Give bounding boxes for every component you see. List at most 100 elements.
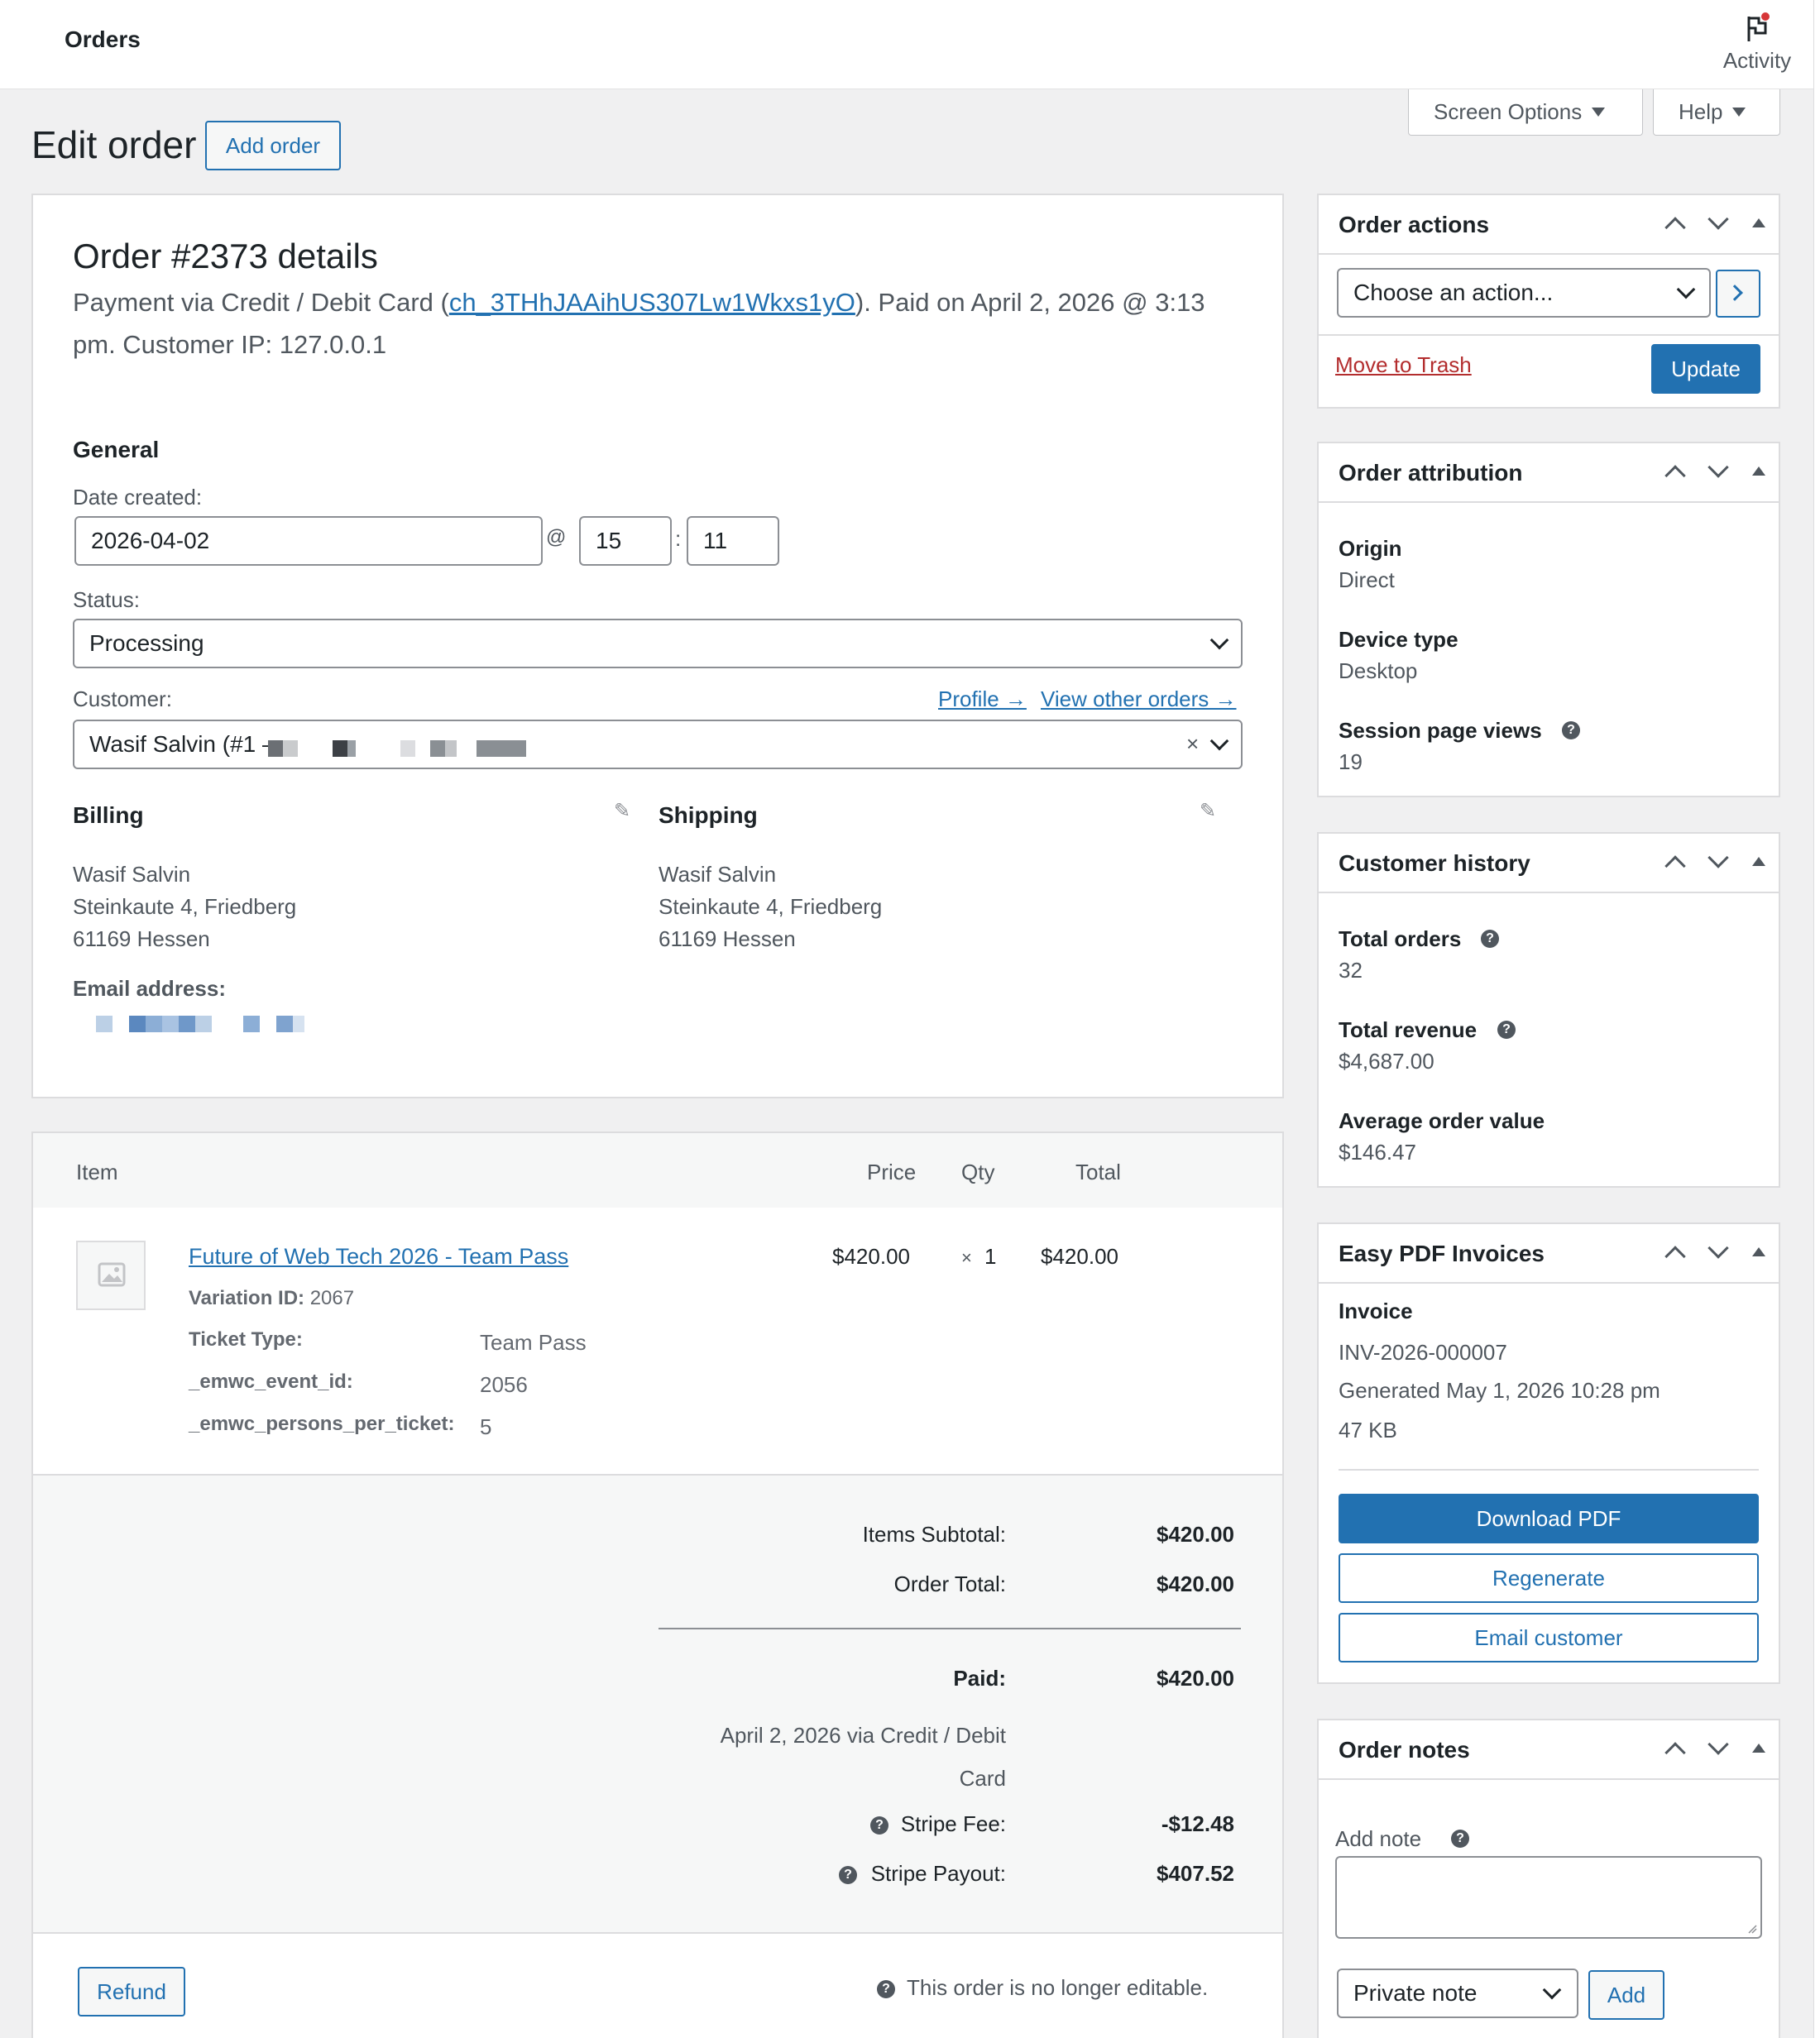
move-down-button[interactable] — [1696, 1224, 1739, 1284]
redacted-email — [96, 1016, 344, 1032]
move-down-button[interactable] — [1696, 834, 1739, 893]
redaction-mask — [96, 1016, 304, 1032]
screen-options-label: Screen Options — [1434, 99, 1583, 124]
order-action-select[interactable]: Choose an action... — [1337, 268, 1711, 318]
item-total: $420.00 — [1041, 1244, 1118, 1269]
help-icon[interactable]: ? — [1497, 1021, 1516, 1039]
paid-note-line: Card — [959, 1766, 1006, 1791]
meta-key: Ticket Type: — [189, 1328, 303, 1351]
help-icon[interactable]: ? — [1481, 930, 1499, 948]
update-button[interactable]: Update — [1651, 344, 1760, 394]
toggle-panel-button[interactable] — [1737, 443, 1780, 503]
resize-handle-icon[interactable] — [1747, 1924, 1757, 1934]
help-icon[interactable]: ? — [1451, 1830, 1469, 1848]
hour-input[interactable]: 15 — [579, 516, 672, 566]
charge-id-link[interactable]: ch_3THhJAAihUS307Lw1Wkxs1yO — [449, 288, 855, 317]
minute-input[interactable]: 11 — [687, 516, 779, 566]
stripe-payout-value: $407.52 — [1157, 1861, 1234, 1886]
profile-link[interactable]: Profile → — [938, 687, 1027, 712]
order-total-label: Order Total: — [893, 1572, 1006, 1596]
help-icon[interactable]: ? — [839, 1866, 857, 1884]
stripe-fee-value: -$12.48 — [1161, 1811, 1234, 1836]
origin-label: Origin — [1339, 536, 1402, 561]
help-icon[interactable]: ? — [1562, 721, 1580, 739]
status-label: Status: — [73, 587, 140, 612]
paid-note-line: April 2, 2026 via Credit / Debit — [720, 1723, 1006, 1748]
move-up-button[interactable] — [1653, 1224, 1696, 1284]
apply-action-button[interactable] — [1716, 270, 1760, 318]
toggle-panel-button[interactable] — [1737, 1224, 1780, 1284]
move-to-trash-link[interactable]: Move to Trash — [1335, 352, 1472, 378]
clear-icon[interactable]: × — [1186, 731, 1199, 757]
column-header-item: Item — [76, 1160, 118, 1184]
view-other-orders-link[interactable]: View other orders → — [1041, 687, 1237, 712]
move-down-button[interactable] — [1696, 1720, 1739, 1780]
help-icon[interactable]: ? — [870, 1816, 888, 1835]
chevron-down-icon — [1209, 630, 1229, 650]
total-revenue-value: $4,687.00 — [1339, 1049, 1434, 1074]
page-section-title: Orders — [65, 26, 141, 52]
toggle-panel-button[interactable] — [1737, 834, 1780, 893]
note-textarea[interactable] — [1335, 1856, 1762, 1939]
qty-times: × — [961, 1247, 972, 1268]
move-up-button[interactable] — [1653, 834, 1696, 893]
chevron-up-icon — [1664, 1742, 1686, 1763]
chevron-down-icon — [1707, 1237, 1729, 1259]
invoice-generated: Generated May 1, 2026 10:28 pm — [1339, 1378, 1660, 1403]
activity-button[interactable]: Activity — [1707, 7, 1807, 81]
session-page-views-value: 19 — [1339, 749, 1363, 774]
payment-suffix: ). Paid on April 2, 2026 @ 3:13 — [855, 288, 1205, 317]
stripe-fee-label: Stripe Fee: — [900, 1811, 1006, 1836]
variation-id-value: 2067 — [309, 1287, 355, 1309]
customer-label: Customer: — [73, 687, 172, 711]
footer-divider — [33, 1932, 1282, 1934]
average-order-value: $146.47 — [1339, 1140, 1416, 1165]
move-up-button[interactable] — [1653, 1720, 1696, 1780]
screen-options-button[interactable]: Screen Options — [1408, 89, 1643, 136]
stripe-payout-label: Stripe Payout: — [870, 1861, 1006, 1886]
billing-line: Steinkaute 4, Friedberg — [73, 894, 297, 919]
order-actions-box: Order actions Choose an action... Move t… — [1317, 194, 1780, 409]
move-down-button[interactable] — [1696, 443, 1739, 503]
help-tab-button[interactable]: Help — [1653, 89, 1780, 136]
order-attribution-box: Order attribution Origin Direct Device t… — [1317, 442, 1780, 797]
shipping-line: Wasif Salvin — [659, 862, 777, 887]
chevron-down-icon — [1542, 1980, 1562, 2000]
subtotal-value: $420.00 — [1157, 1522, 1234, 1547]
note-type-select[interactable]: Private note — [1337, 1969, 1578, 2018]
column-header-qty: Qty — [961, 1160, 995, 1184]
invoice-label: Invoice — [1339, 1299, 1413, 1323]
refund-button[interactable]: Refund — [78, 1967, 185, 2016]
move-up-button[interactable] — [1653, 195, 1696, 255]
move-up-button[interactable] — [1653, 443, 1696, 503]
toggle-panel-button[interactable] — [1737, 195, 1780, 255]
regenerate-button[interactable]: Regenerate — [1339, 1553, 1759, 1603]
redaction-mask — [268, 740, 526, 757]
total-orders-label: Total orders — [1339, 926, 1462, 951]
edit-billing-pencil-icon[interactable]: ✎ — [614, 799, 630, 823]
move-down-button[interactable] — [1696, 195, 1739, 255]
product-thumbnail — [76, 1241, 146, 1310]
add-note-button[interactable]: Add — [1588, 1970, 1664, 2020]
caret-up-icon — [1752, 218, 1765, 227]
payment-prefix: Payment via Credit / Debit Card ( — [73, 288, 449, 317]
download-pdf-button[interactable]: Download PDF — [1339, 1494, 1759, 1543]
total-revenue-label: Total revenue — [1339, 1017, 1478, 1042]
chevron-up-icon — [1664, 465, 1686, 486]
column-header-total: Total — [1075, 1160, 1121, 1184]
edit-shipping-pencil-icon[interactable]: ✎ — [1200, 799, 1216, 823]
item-price: $420.00 — [832, 1244, 910, 1269]
device-type-value: Desktop — [1339, 658, 1418, 683]
product-link[interactable]: Future of Web Tech 2026 - Team Pass — [189, 1244, 568, 1270]
box-title: Order actions — [1339, 212, 1490, 237]
status-select[interactable]: Processing — [73, 619, 1243, 668]
date-created-input[interactable]: 2026-04-02 — [74, 516, 543, 566]
email-customer-button[interactable]: Email customer — [1339, 1613, 1759, 1662]
box-header: Order attribution — [1319, 443, 1779, 503]
payment-info: Payment via Credit / Debit Card (ch_3THh… — [73, 281, 1256, 366]
customer-select[interactable]: Wasif Salvin (#1 – × — [73, 720, 1243, 769]
box-header: Customer history — [1319, 834, 1779, 893]
add-order-button[interactable]: Add order — [205, 121, 341, 170]
box-header: Order notes — [1319, 1720, 1779, 1780]
toggle-panel-button[interactable] — [1737, 1720, 1780, 1780]
